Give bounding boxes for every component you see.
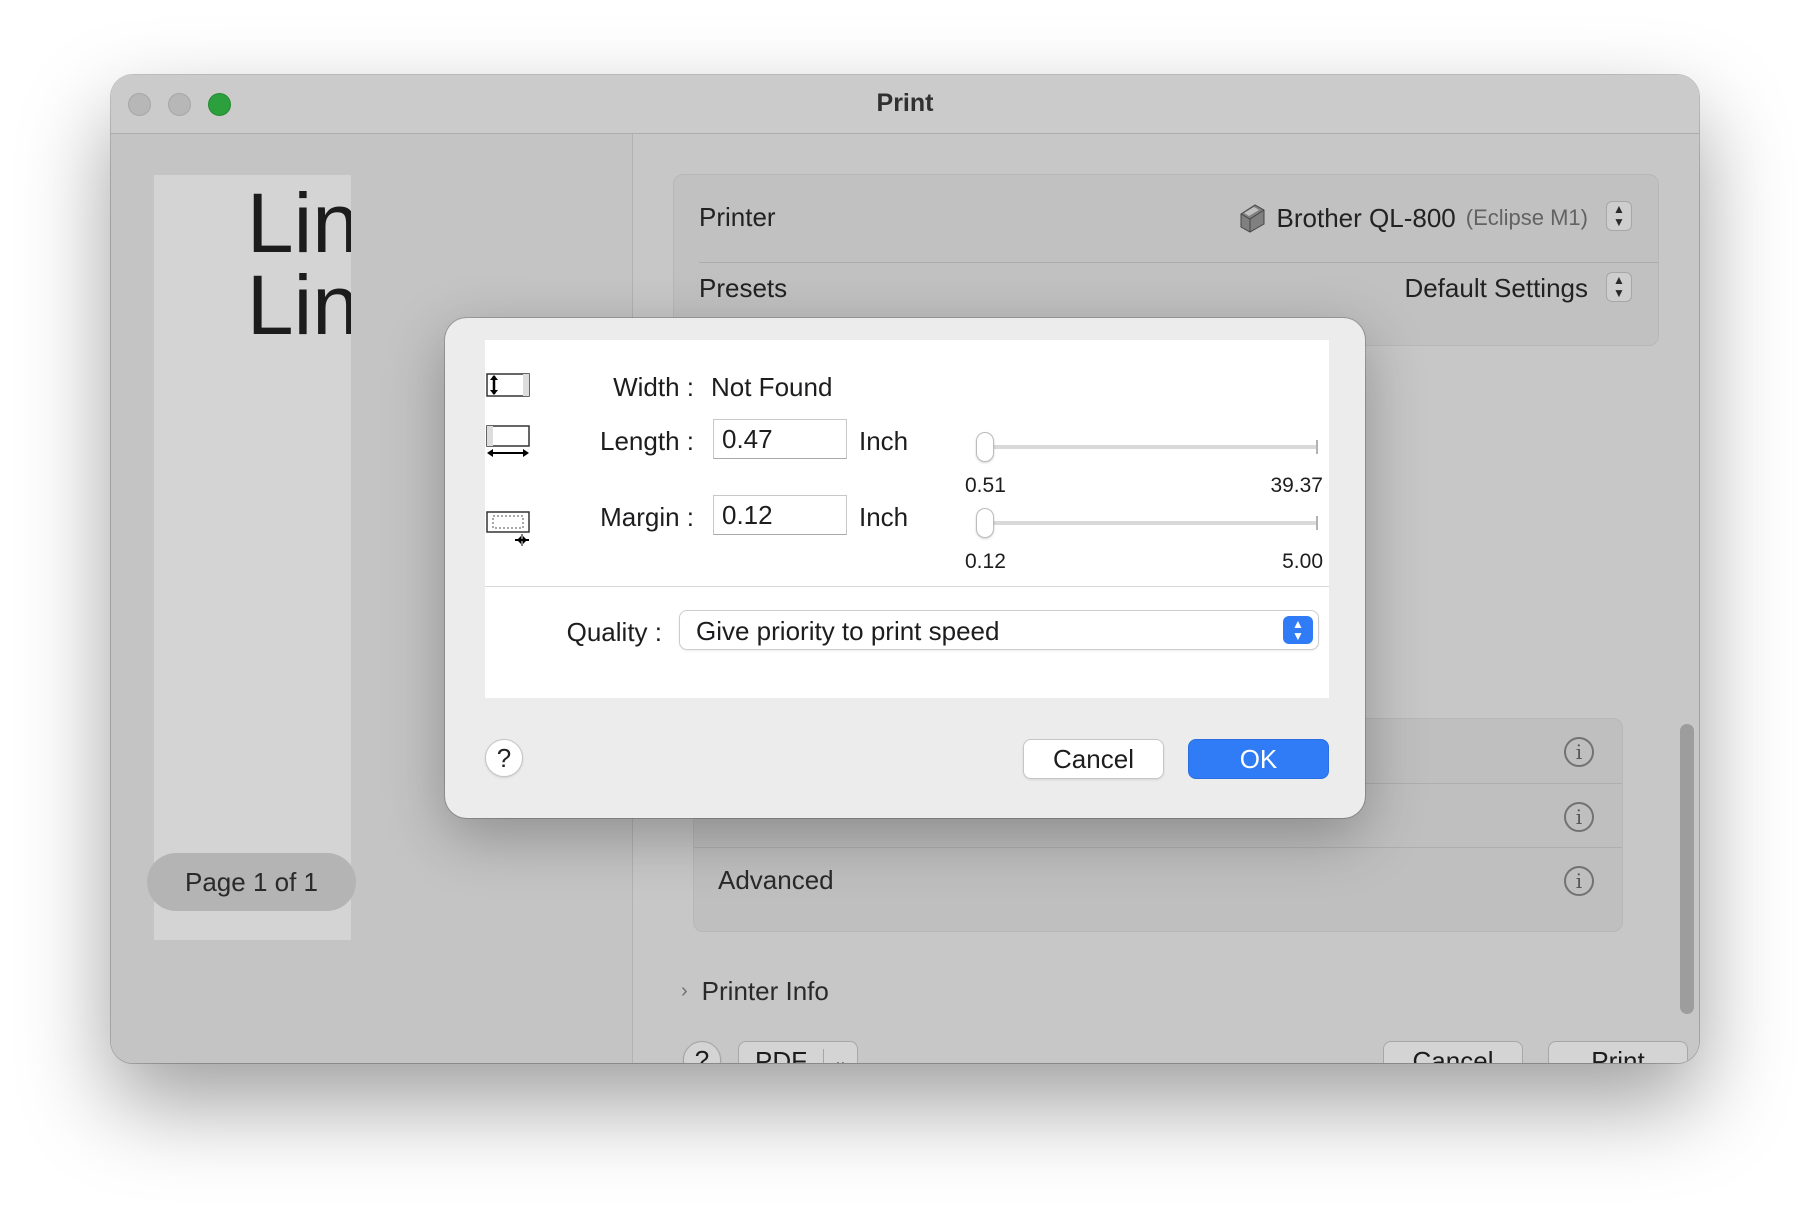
label-printer-icon	[1237, 202, 1267, 234]
printer-info-disclosure[interactable]: › Printer Info	[681, 976, 829, 1007]
presets-value: Default Settings	[1404, 273, 1588, 303]
pdf-menu-button[interactable]: PDF ⌄	[738, 1041, 858, 1063]
pdf-label: PDF	[755, 1045, 807, 1064]
length-unit: Inch	[859, 426, 909, 456]
advanced-section-label[interactable]: Advanced	[718, 865, 834, 896]
length-label: Length :	[600, 426, 694, 456]
info-icon[interactable]: i	[1564, 737, 1594, 767]
length-input[interactable]	[713, 419, 847, 459]
width-label: Width :	[613, 372, 694, 402]
margin-slider-knob[interactable]	[976, 508, 994, 538]
presets-select[interactable]: Default Settings	[1404, 273, 1588, 304]
page-indicator: Page 1 of 1	[147, 853, 356, 911]
quality-label: Quality :	[566, 617, 662, 647]
margin-icon	[485, 510, 531, 546]
preview-text-line: Lin	[246, 258, 351, 352]
length-icon	[485, 422, 531, 457]
printer-info-label: Printer Info	[701, 976, 829, 1006]
sheet-cancel-button[interactable]: Cancel	[1023, 739, 1164, 779]
print-cancel-button[interactable]: Cancel	[1383, 1041, 1523, 1063]
length-slider-track[interactable]	[977, 445, 1317, 449]
margin-min-label: 0.12	[965, 550, 1006, 573]
printer-name: Brother QL-800	[1276, 202, 1456, 233]
sheet-help-button[interactable]: ?	[485, 739, 523, 777]
preview-page: Lin Lin	[154, 175, 351, 940]
length-min-label: 0.51	[965, 474, 1006, 497]
printer-stepper-icon[interactable]: ▲ ▼	[1606, 201, 1632, 231]
info-icon[interactable]: i	[1564, 802, 1594, 832]
paper-size-sheet: Width : Not Found Length : Inch 0.51 39.…	[445, 318, 1365, 818]
scrollbar-thumb[interactable]	[1680, 724, 1694, 1014]
window-title: Print	[876, 89, 934, 117]
help-button[interactable]: ?	[683, 1041, 721, 1063]
margin-max-label: 5.00	[1282, 550, 1323, 573]
margin-slider-track[interactable]	[977, 521, 1317, 525]
printer-select[interactable]: Brother QL-800 (Eclipse M1)	[1237, 202, 1588, 234]
title-bar: Print	[111, 75, 1699, 134]
group-divider	[699, 262, 1658, 263]
sheet-settings-panel: Width : Not Found Length : Inch 0.51 39.…	[485, 340, 1329, 698]
printer-location: (Eclipse M1)	[1465, 205, 1588, 230]
margin-input[interactable]	[713, 495, 847, 535]
section-divider	[694, 847, 1622, 848]
margin-slider-tick	[1316, 516, 1318, 530]
panel-divider	[485, 586, 1329, 587]
length-max-label: 39.37	[1270, 474, 1323, 497]
margin-unit: Inch	[859, 502, 909, 532]
up-down-stepper-icon: ▲ ▼	[1283, 616, 1313, 644]
margin-label: Margin :	[600, 502, 694, 532]
print-button[interactable]: Print	[1548, 1041, 1688, 1063]
printer-label: Printer	[699, 202, 776, 232]
presets-label: Presets	[699, 273, 788, 303]
length-slider-tick	[1316, 440, 1318, 454]
chevron-down-icon[interactable]: ⌄	[824, 1051, 857, 1063]
sheet-ok-button[interactable]: OK	[1188, 739, 1329, 779]
quality-value: Give priority to print speed	[696, 616, 1000, 646]
chevron-right-icon: ›	[681, 980, 688, 1002]
width-icon	[485, 370, 531, 404]
quality-select[interactable]: Give priority to print speed ▲ ▼	[679, 610, 1319, 650]
length-slider-knob[interactable]	[976, 432, 994, 462]
presets-stepper-icon[interactable]: ▲ ▼	[1606, 272, 1632, 302]
width-value: Not Found	[711, 372, 833, 402]
info-icon[interactable]: i	[1564, 866, 1594, 896]
